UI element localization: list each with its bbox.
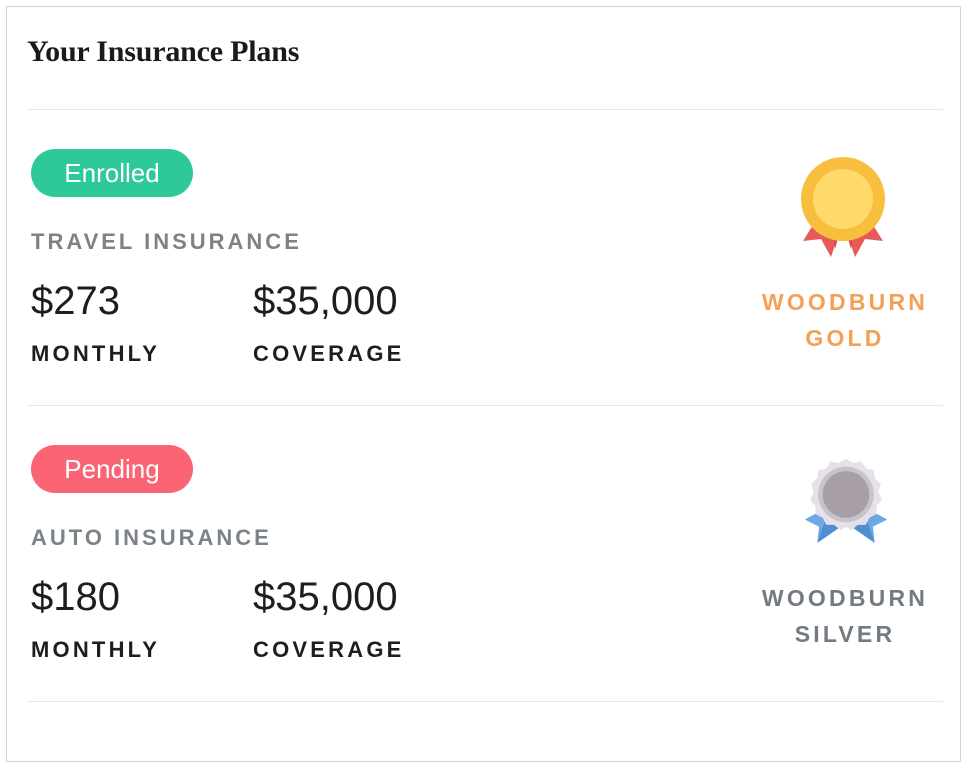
divider [27, 701, 943, 702]
monthly-amount: $273 [31, 279, 120, 323]
plan-row[interactable]: Enrolled TRAVEL INSURANCE $273 MONTHLY $… [7, 109, 962, 405]
page-title: Your Insurance Plans [27, 35, 300, 68]
plan-row[interactable]: Pending AUTO INSURANCE $180 MONTHLY $35,… [7, 405, 962, 701]
status-badge: Pending [31, 445, 193, 493]
plan-tier: WOODBURN SILVER [727, 580, 963, 652]
tier-line: WOODBURN [761, 585, 929, 611]
silver-medal-icon [804, 458, 888, 543]
tier-line: SILVER [794, 621, 896, 647]
tier-line: WOODBURN [761, 289, 929, 315]
coverage-label: COVERAGE [253, 341, 405, 366]
coverage-amount: $35,000 [253, 575, 398, 619]
monthly-amount: $180 [31, 575, 120, 619]
tier-line: GOLD [805, 325, 885, 351]
monthly-label: MONTHLY [31, 637, 161, 662]
monthly-label: MONTHLY [31, 341, 161, 366]
coverage-amount: $35,000 [253, 279, 398, 323]
plan-tier: WOODBURN GOLD [727, 284, 963, 356]
insurance-plans-card: Your Insurance Plans Enrolled TRAVEL INS… [6, 6, 961, 762]
plan-type: AUTO INSURANCE [31, 525, 272, 550]
status-badge: Enrolled [31, 149, 193, 197]
plan-type: TRAVEL INSURANCE [31, 229, 302, 254]
coverage-label: COVERAGE [253, 637, 405, 662]
gold-medal-icon [801, 157, 885, 257]
